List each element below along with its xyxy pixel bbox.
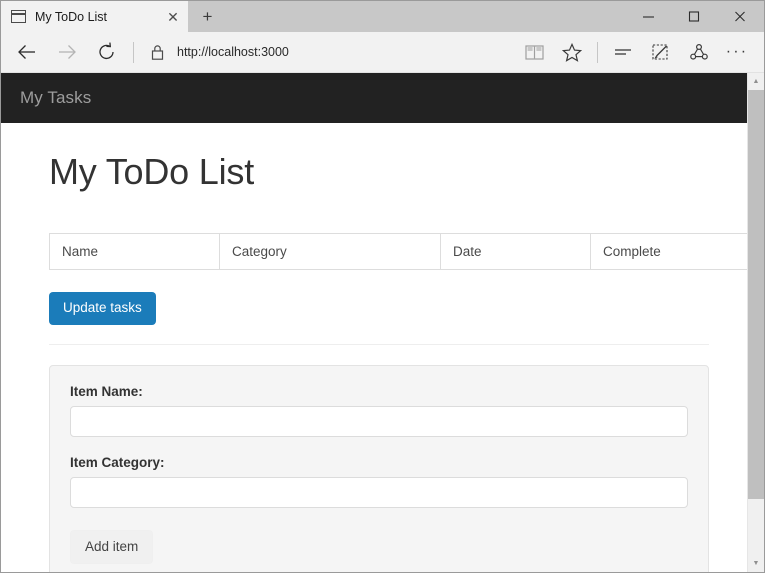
toolbar-divider (133, 42, 134, 63)
tab-strip-filler (227, 1, 625, 32)
site-brand[interactable]: My Tasks (20, 88, 91, 108)
ellipsis-glyph: ··· (726, 44, 749, 60)
url-input[interactable]: http://localhost:3000 (174, 45, 515, 59)
tab-my-todo-list[interactable]: My ToDo List ✕ (1, 1, 188, 32)
column-header-category: Category (220, 234, 441, 270)
back-arrow-icon[interactable] (7, 35, 47, 69)
window-controls (625, 1, 764, 32)
toolbar-divider-2 (597, 42, 598, 63)
item-name-label: Item Name: (70, 384, 688, 399)
table-header-row: Name Category Date Complete (50, 234, 748, 270)
tab-title: My ToDo List (35, 10, 158, 24)
browser-window: My ToDo List ✕ + (0, 0, 765, 573)
item-category-input[interactable] (70, 477, 688, 508)
close-window-icon[interactable] (718, 1, 764, 32)
add-item-panel: Item Name: Item Category: Add item (49, 365, 709, 573)
tasks-table: Name Category Date Complete (49, 233, 747, 270)
tasks-table-head: Name Category Date Complete (50, 234, 748, 270)
tab-strip: My ToDo List ✕ + (1, 1, 764, 32)
page-scrollbar[interactable]: ▲ ▼ (747, 73, 764, 572)
column-header-date: Date (441, 234, 591, 270)
minimize-icon[interactable] (625, 1, 671, 32)
page-title: My ToDo List (49, 151, 699, 193)
share-icon[interactable] (680, 35, 718, 69)
lock-icon (140, 44, 174, 61)
site-navbar: My Tasks (1, 73, 747, 123)
section-divider (49, 344, 709, 345)
forward-arrow-icon[interactable] (47, 35, 87, 69)
page-container: My ToDo List Name Category Date Complete… (1, 151, 747, 572)
item-category-label: Item Category: (70, 455, 688, 470)
add-item-button[interactable]: Add item (70, 530, 153, 565)
scroll-down-icon[interactable]: ▼ (748, 555, 764, 572)
web-page: My Tasks My ToDo List Name Category Date… (1, 73, 747, 572)
new-tab-button[interactable]: + (188, 1, 227, 32)
column-header-name: Name (50, 234, 220, 270)
page-viewport: My Tasks My ToDo List Name Category Date… (1, 73, 764, 572)
window-icon (11, 10, 26, 23)
reading-list-icon[interactable] (604, 35, 642, 69)
column-header-complete: Complete (591, 234, 748, 270)
scroll-up-icon[interactable]: ▲ (748, 73, 764, 90)
field-spacer (70, 437, 688, 455)
item-name-input[interactable] (70, 406, 688, 437)
refresh-icon[interactable] (87, 35, 127, 69)
browser-toolbar: http://localhost:3000 (1, 32, 764, 73)
update-tasks-button[interactable]: Update tasks (49, 292, 156, 325)
maximize-icon[interactable] (671, 1, 717, 32)
star-icon[interactable] (553, 35, 591, 69)
scrollbar-track[interactable] (748, 90, 764, 555)
settings-more-icon[interactable]: ··· (718, 35, 756, 69)
scrollbar-thumb[interactable] (748, 90, 764, 499)
book-icon[interactable] (515, 35, 553, 69)
web-note-icon[interactable] (642, 35, 680, 69)
close-icon[interactable]: ✕ (158, 1, 188, 32)
